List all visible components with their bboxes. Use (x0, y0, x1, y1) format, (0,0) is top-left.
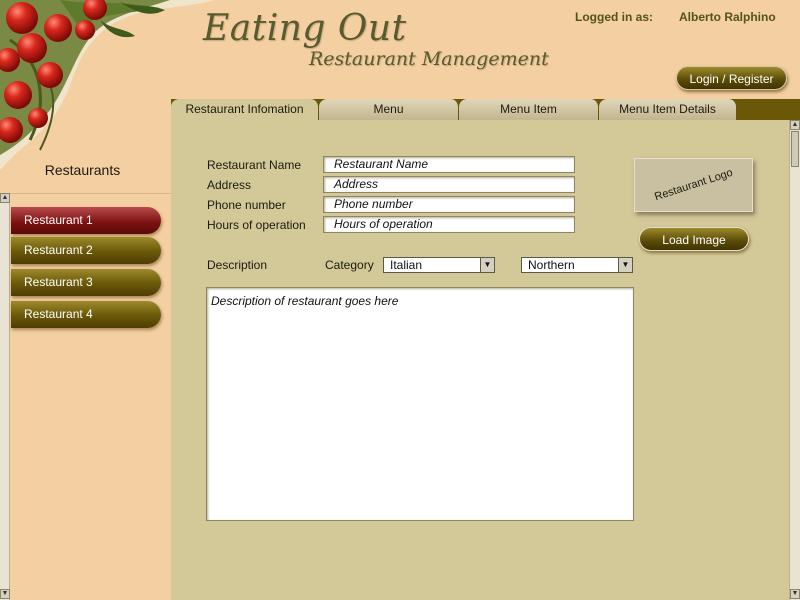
category-value: Italian (390, 258, 423, 272)
logged-in-label: Logged in as: (575, 10, 653, 24)
login-register-button[interactable]: Login / Register (676, 66, 787, 90)
scroll-up-icon[interactable]: ▲ (790, 120, 800, 130)
tab-menu-item[interactable]: Menu Item (459, 99, 599, 120)
category-select[interactable]: Italian ▼ (383, 257, 495, 273)
tab-menu-item-details[interactable]: Menu Item Details (599, 99, 737, 120)
region-select[interactable]: Northern ▼ (521, 257, 633, 273)
header: Eating Out Restaurant Management Logged … (0, 0, 800, 170)
hours-field[interactable]: Hours of operation (323, 216, 575, 233)
sidebar-divider (0, 193, 171, 194)
app-title: Eating Out (203, 8, 407, 49)
sidebar-scrollbar[interactable]: ▲ ▼ (0, 193, 10, 600)
sidebar-item-restaurant-2[interactable]: Restaurant 2 (11, 237, 161, 264)
sidebar-item-restaurant-3[interactable]: Restaurant 3 (11, 269, 161, 296)
load-image-button[interactable]: Load Image (639, 227, 749, 251)
sidebar-title: Restaurants (44, 162, 121, 178)
chevron-down-icon[interactable]: ▼ (480, 258, 494, 272)
logo-placeholder-text: Restaurant Logo (652, 166, 735, 204)
category-label: Category (325, 258, 374, 272)
phone-label: Phone number (207, 198, 286, 212)
description-label: Description (207, 258, 268, 272)
tab-restaurant-information[interactable]: Restaurant Infomation (171, 99, 319, 120)
address-label: Address (207, 178, 252, 192)
restaurant-logo-placeholder: Restaurant Logo (634, 158, 753, 212)
sidebar-item-restaurant-1[interactable]: Restaurant 1 (11, 207, 161, 234)
address-field[interactable]: Address (323, 176, 575, 193)
description-textarea[interactable]: Description of restaurant goes here (206, 287, 634, 521)
tab-menu[interactable]: Menu (319, 99, 459, 120)
region-value: Northern (528, 258, 575, 272)
scroll-thumb[interactable] (791, 131, 799, 167)
restaurant-name-label: Restaurant Name (207, 158, 302, 172)
logged-in-user: Alberto Ralphino (679, 10, 776, 24)
tab-bar: Restaurant Infomation Menu Menu Item Men… (171, 99, 800, 120)
scroll-down-icon[interactable]: ▼ (0, 589, 10, 599)
chevron-down-icon[interactable]: ▼ (618, 258, 632, 272)
app-subtitle: Restaurant Management (309, 48, 549, 70)
scroll-up-icon[interactable]: ▲ (0, 193, 10, 203)
sidebar-item-restaurant-4[interactable]: Restaurant 4 (11, 301, 161, 328)
scroll-down-icon[interactable]: ▼ (790, 589, 800, 599)
main-scrollbar[interactable]: ▲ ▼ (789, 120, 800, 600)
restaurant-name-field[interactable]: Restaurant Name (323, 156, 575, 173)
hours-label: Hours of operation (207, 218, 306, 232)
phone-field[interactable]: Phone number (323, 196, 575, 213)
